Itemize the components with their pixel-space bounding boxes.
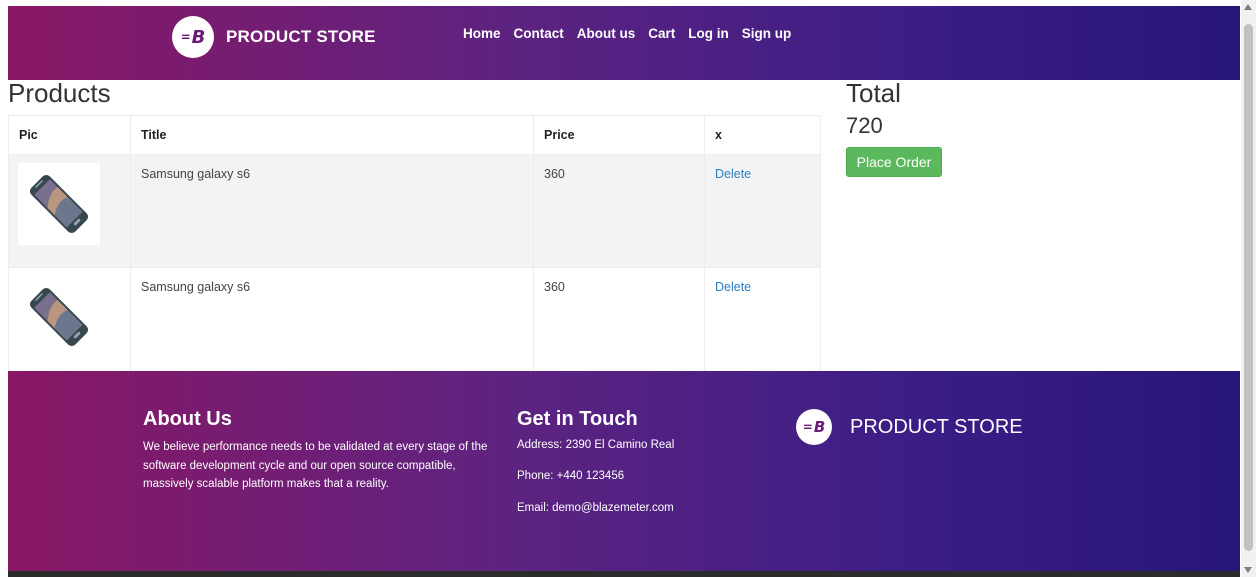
column-header-price: Price (533, 115, 705, 155)
nav-home[interactable]: Home (463, 26, 507, 41)
action-cell: Delete (704, 154, 821, 268)
nav-about-us[interactable]: About us (577, 26, 642, 41)
scrollbar-thumb[interactable] (1244, 24, 1253, 551)
total-heading: Total (846, 78, 901, 108)
product-price-cell: 360 (533, 267, 705, 381)
action-cell: Delete (704, 267, 821, 381)
pic-cell (8, 154, 131, 268)
get-in-touch-title: Get in Touch (517, 408, 638, 430)
nav-sign-up[interactable]: Sign up (742, 26, 798, 41)
footer-email: Email: demo@blazemeter.com (517, 502, 674, 514)
about-us-title: About Us (143, 408, 232, 430)
footer: About Us We believe performance needs to… (8, 371, 1240, 571)
column-header-title: Title (130, 115, 534, 155)
phone-image (18, 276, 100, 358)
table-header-row: Pic Title Price x (8, 115, 821, 155)
nav-links: Home Contact About us Cart Log in Sign u… (463, 26, 797, 41)
nav-log-in[interactable]: Log in (688, 26, 735, 41)
delete-link[interactable]: Delete (715, 167, 751, 181)
brand-home-link[interactable]: = B PRODUCT STORE (172, 16, 376, 58)
column-header-pic: Pic (8, 115, 131, 155)
nav-cart[interactable]: Cart (648, 26, 681, 41)
about-us-text: We believe performance needs to be valid… (143, 441, 488, 490)
nav-contact[interactable]: Contact (514, 26, 570, 41)
table-row: Samsung galaxy s6 360 Delete (8, 267, 821, 381)
scroll-up-arrow-icon[interactable] (1244, 4, 1252, 10)
table-row: Samsung galaxy s6 360 Delete (8, 154, 821, 268)
pic-cell (8, 267, 131, 381)
store-logo-icon: = B (796, 409, 832, 445)
place-order-button[interactable]: Place Order (846, 147, 942, 177)
navbar: = B PRODUCT STORE Home Contact About us C… (8, 6, 1240, 80)
brand-text: PRODUCT STORE (226, 27, 376, 46)
footer-brand-text: PRODUCT STORE (850, 415, 1023, 438)
cart-table: Pic Title Price x Samsung galaxy s6 360 … (8, 115, 821, 381)
vertical-scrollbar[interactable] (1241, 0, 1256, 577)
scroll-down-arrow-icon[interactable] (1244, 567, 1252, 573)
product-price-cell: 360 (533, 154, 705, 268)
products-heading: Products (8, 78, 111, 108)
product-title-cell: Samsung galaxy s6 (130, 154, 534, 268)
total-value: 720 (846, 113, 883, 138)
footer-brand: = B PRODUCT STORE (796, 409, 1023, 445)
product-title-cell: Samsung galaxy s6 (130, 267, 534, 381)
page: = B PRODUCT STORE Home Contact About us C… (0, 0, 1241, 577)
phone-image (18, 163, 100, 245)
delete-link[interactable]: Delete (715, 280, 751, 294)
store-logo-icon: = B (172, 16, 214, 58)
footer-phone: Phone: +440 123456 (517, 470, 625, 482)
footer-bottom-bar (8, 571, 1240, 577)
footer-address: Address: 2390 El Camino Real (517, 439, 675, 451)
column-header-x: x (704, 115, 821, 155)
